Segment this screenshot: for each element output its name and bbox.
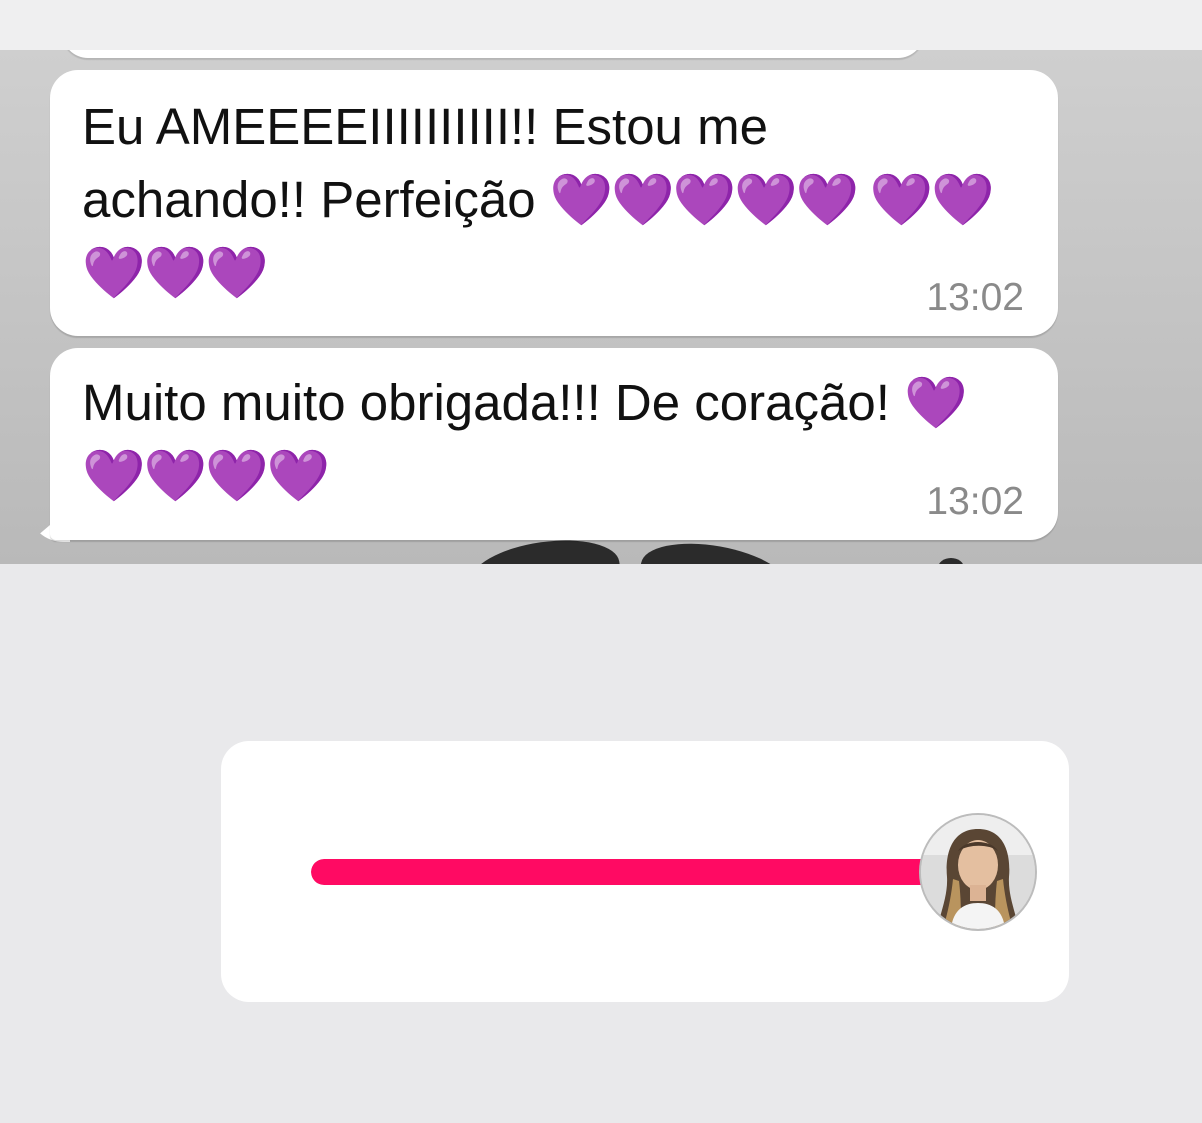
message-bubble: Eu AMEEEEIIIIIIIIII!! Estou me achando!!…	[50, 70, 1058, 336]
message-text: Eu AMEEEEIIIIIIIIII!! Estou me achando!!…	[82, 90, 998, 309]
slider-track[interactable]	[311, 859, 961, 885]
message-body: Muito muito obrigada!!! De coração!	[82, 374, 890, 431]
top-strip	[0, 0, 1202, 50]
chat-screenshot: Eu AMEEEEIIIIIIIIII!! Estou me achando!!…	[0, 50, 1202, 564]
wallpaper-shape	[938, 558, 964, 564]
message-text: Muito muito obrigada!!! De coração! 💜💜💜💜…	[82, 366, 998, 512]
message-timestamp: 13:02	[926, 276, 1024, 319]
message-timestamp: 13:02	[926, 480, 1024, 523]
slider-fill	[311, 859, 961, 885]
emoji-slider-sticker	[221, 741, 1069, 1002]
previous-message-bubble	[62, 50, 924, 58]
avatar-thumb-icon[interactable]	[921, 815, 1035, 929]
message-bubble: Muito muito obrigada!!! De coração! 💜💜💜💜…	[50, 348, 1058, 540]
